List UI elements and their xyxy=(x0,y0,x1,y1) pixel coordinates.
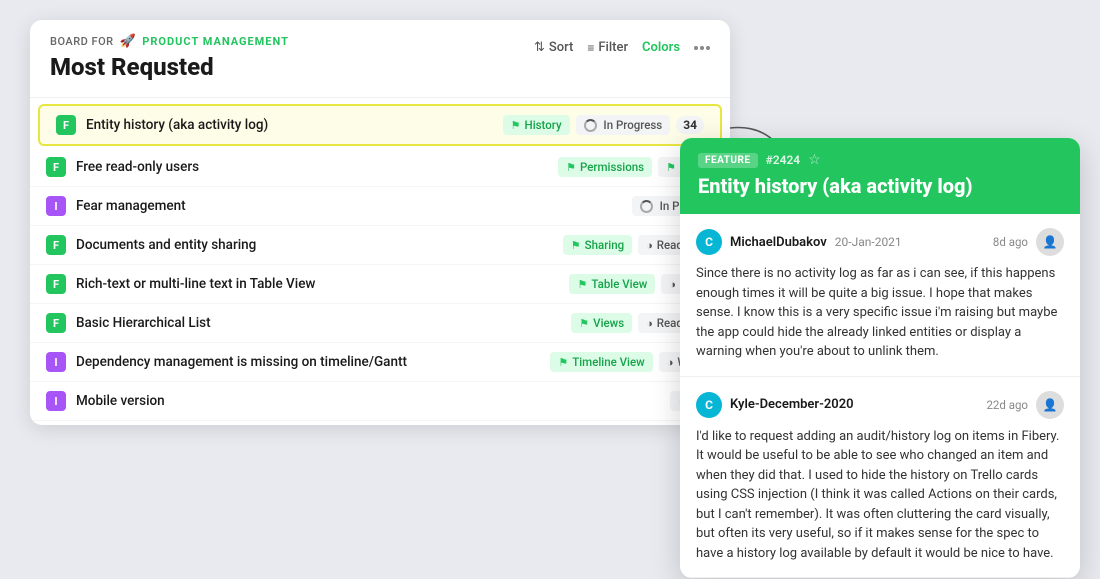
half-circle-icon: ◑ xyxy=(646,317,653,330)
feature-panel-header: FEATURE #2424 ☆ Entity history (aka acti… xyxy=(680,138,1080,214)
feature-id: #2424 xyxy=(766,153,801,167)
filter-button[interactable]: ≡ Filter xyxy=(587,40,628,55)
board-actions: ⇅ Sort ≡ Filter Colors xyxy=(534,40,710,55)
product-name: PRODUCT MANAGEMENT xyxy=(142,35,289,48)
item-title: Rich-text or multi-line text in Table Vi… xyxy=(76,276,559,292)
item-tags: ⚑ History In Progress 34 xyxy=(503,115,704,135)
list-item[interactable]: I Dependency management is missing on tim… xyxy=(30,343,730,382)
type-badge: F xyxy=(56,115,76,135)
item-title: Documents and entity sharing xyxy=(76,237,553,253)
comment: C MichaelDubakov 20-Jan-2021 8d ago 👤 Since … xyxy=(680,214,1080,377)
flag-icon: ⚑ xyxy=(558,356,568,369)
star-icon: ☆ xyxy=(808,152,821,168)
filter-label: Filter xyxy=(598,40,628,55)
item-title: Entity history (aka activity log) xyxy=(86,117,493,133)
comment-right: 8d ago 👤 xyxy=(993,228,1064,256)
dot-2 xyxy=(700,46,704,50)
list-item[interactable]: F Rich-text or multi-line text in Table V… xyxy=(30,265,730,304)
feature-panel-title: Entity history (aka activity log) xyxy=(698,174,1062,198)
flag-icon: ⚑ xyxy=(566,161,576,174)
rocket-icon: 🚀 xyxy=(120,34,137,49)
item-title: Dependency management is missing on time… xyxy=(76,354,540,370)
user-avatar-image: 👤 xyxy=(1036,228,1064,256)
type-badge: F xyxy=(46,274,66,294)
flag-icon: ⚑ xyxy=(579,317,589,330)
comment-right: 22d ago 👤 xyxy=(986,391,1064,419)
item-title: Free read-only users xyxy=(76,159,548,175)
half-circle-icon: ◑ xyxy=(646,239,653,252)
item-tag: ⚑ History xyxy=(503,115,570,135)
sort-icon: ⇅ xyxy=(534,40,545,55)
user-avatar: C xyxy=(696,392,722,418)
item-tag: ⚑ Table View xyxy=(569,274,655,294)
comment-date: 20-Jan-2021 xyxy=(835,235,902,249)
comment-body: I'd like to request adding an audit/hist… xyxy=(696,427,1064,564)
comment-header: C MichaelDubakov 20-Jan-2021 8d ago 👤 xyxy=(696,228,1064,256)
comment-ago: 22d ago xyxy=(986,398,1028,412)
more-options-button[interactable] xyxy=(694,46,710,50)
board-title: Most Requsted xyxy=(50,53,710,81)
comment-username: Kyle-December-2020 xyxy=(730,397,854,412)
type-badge: F xyxy=(46,313,66,333)
colors-button[interactable]: Colors xyxy=(642,40,680,55)
half-circle-icon: ◑ xyxy=(667,356,674,369)
spin-icon xyxy=(640,200,653,213)
type-badge: F xyxy=(46,157,66,177)
item-tag: ⚑ Sharing xyxy=(563,235,632,255)
flag-icon: ⚑ xyxy=(511,119,521,132)
list-item[interactable]: FBasic Hierarchical List⚑ Views◑ Ready f… xyxy=(30,304,730,343)
comment: C Kyle-December-2020 22d ago 👤 I'd like to r… xyxy=(680,377,1080,579)
comment-username: MichaelDubakov xyxy=(730,235,827,250)
feature-detail-panel: FEATURE #2424 ☆ Entity history (aka acti… xyxy=(680,138,1080,578)
dot-3 xyxy=(706,46,710,50)
spin-icon xyxy=(584,119,597,132)
comment-body: Since there is no activity log as far as… xyxy=(696,264,1064,362)
user-avatar-image: 👤 xyxy=(1036,391,1064,419)
type-badge: I xyxy=(46,196,66,216)
feature-tag-row: FEATURE #2424 ☆ xyxy=(698,152,1062,168)
list-item[interactable]: IFear management In Prog... xyxy=(30,187,730,226)
sort-button[interactable]: ⇅ Sort xyxy=(534,40,573,55)
flag-icon: ⚑ xyxy=(577,278,587,291)
comment-header: C Kyle-December-2020 22d ago 👤 xyxy=(696,391,1064,419)
list-item[interactable]: IMobile version◑ O... xyxy=(30,382,730,421)
item-tag: ⚑ Views xyxy=(571,313,632,333)
type-badge: I xyxy=(46,391,66,411)
flag-icon: ⚑ xyxy=(571,239,581,252)
count-badge: 34 xyxy=(676,116,704,134)
user-avatar: C xyxy=(696,229,722,255)
item-title: Mobile version xyxy=(76,393,660,409)
board-card: BOARD FOR 🚀 PRODUCT MANAGEMENT Most Requ… xyxy=(30,20,730,425)
dot-1 xyxy=(694,46,698,50)
comment-ago: 8d ago xyxy=(993,235,1028,249)
item-tag: ⚑ Timeline View xyxy=(550,352,652,372)
type-badge: F xyxy=(46,235,66,255)
colors-label: Colors xyxy=(642,40,680,55)
item-tag: In Progress xyxy=(576,115,671,135)
items-list: F Entity history (aka activity log) ⚑ Hist… xyxy=(30,98,730,425)
item-tag: ⚑ Permissions xyxy=(558,157,652,177)
board-for-text: BOARD FOR xyxy=(50,35,114,48)
comment-user-row: C Kyle-December-2020 xyxy=(696,392,862,418)
list-item[interactable]: F Entity history (aka activity log) ⚑ Hist… xyxy=(38,104,722,146)
sort-label: Sort xyxy=(549,40,574,55)
flag-icon: ⚑ xyxy=(666,161,676,174)
half-circle-icon: ◑ xyxy=(669,278,676,291)
item-title: Basic Hierarchical List xyxy=(76,315,561,331)
type-badge: I xyxy=(46,352,66,372)
comment-user-row: C MichaelDubakov 20-Jan-2021 xyxy=(696,229,902,255)
feature-label-badge: FEATURE xyxy=(698,153,758,168)
list-item[interactable]: FFree read-only users⚑ Permissions⚑ Pla.… xyxy=(30,148,730,187)
item-title: Fear management xyxy=(76,198,622,214)
filter-icon: ≡ xyxy=(587,41,594,55)
list-item[interactable]: FDocuments and entity sharing⚑ Sharing◑ … xyxy=(30,226,730,265)
feature-panel-body: C MichaelDubakov 20-Jan-2021 8d ago 👤 Since … xyxy=(680,214,1080,578)
